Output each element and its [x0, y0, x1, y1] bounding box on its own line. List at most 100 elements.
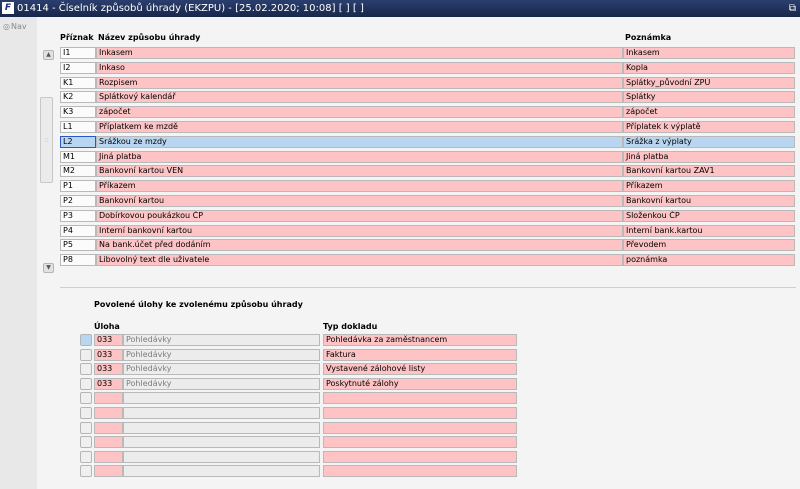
section-divider	[60, 287, 796, 288]
doc-type-cell[interactable]: Pohledávka za zaměstnancem	[323, 334, 517, 346]
payment-code-cell[interactable]: L1	[60, 121, 96, 133]
column-header-task: Úloha	[94, 322, 120, 331]
payment-code-cell[interactable]: P2	[60, 195, 96, 207]
payment-code-cell[interactable]: P5	[60, 239, 96, 252]
nav-label: Nav	[10, 22, 27, 31]
task-code-cell[interactable]	[94, 392, 123, 405]
task-code-cell[interactable]: 033	[94, 348, 123, 361]
row-selector[interactable]	[80, 465, 92, 478]
payment-name-cell[interactable]: Inkasem	[96, 47, 623, 59]
payment-note-cell[interactable]: Srážka z výplaty	[623, 135, 795, 148]
doc-type-cell[interactable]: Faktura	[323, 348, 517, 361]
task-name-cell[interactable]: Pohledávky	[123, 348, 320, 361]
payment-code-cell[interactable]: I2	[60, 61, 96, 74]
payment-name-cell[interactable]: Příplatkem ke mzdě	[96, 121, 623, 133]
task-code-cell[interactable]: 033	[94, 363, 123, 376]
row-selector[interactable]	[80, 436, 92, 449]
task-code-cell[interactable]	[94, 450, 123, 463]
scroll-up-button[interactable]: ▲	[43, 50, 54, 60]
payment-name-cell[interactable]: Inkaso	[96, 61, 623, 74]
restore-window-icon[interactable]: ⧉	[789, 2, 796, 15]
payment-name-cell[interactable]: Na bank.účet před dodáním	[96, 239, 623, 252]
row-selector[interactable]	[80, 348, 92, 361]
doc-type-cell[interactable]: Poskytnuté zálohy	[323, 377, 517, 390]
doc-type-cell[interactable]: Vystavené zálohové listy	[323, 363, 517, 376]
row-selector[interactable]	[80, 392, 92, 405]
payment-note-cell[interactable]: Bankovní kartou	[623, 195, 795, 207]
payment-name-cell[interactable]: Interní bankovní kartou	[96, 224, 623, 237]
task-code-cell[interactable]	[94, 465, 123, 478]
doc-type-cell[interactable]	[323, 436, 517, 449]
task-code-cell[interactable]	[94, 436, 123, 449]
doc-type-cell[interactable]	[323, 407, 517, 419]
payment-code-cell[interactable]: K1	[60, 76, 96, 89]
task-name-cell[interactable]	[123, 407, 320, 419]
payment-name-cell[interactable]: Srážkou ze mzdy	[96, 135, 623, 148]
payment-note-cell[interactable]: Splátky_původní ZPÚ	[623, 76, 795, 89]
row-selector[interactable]	[80, 334, 92, 346]
payment-code-cell[interactable]: K3	[60, 106, 96, 119]
payment-name-cell[interactable]: Rozpisem	[96, 76, 623, 89]
payment-name-cell[interactable]: Dobírkovou poukázkou ČP	[96, 209, 623, 222]
payment-name-cell[interactable]: Bankovní kartou	[96, 195, 623, 207]
payment-code-cell[interactable]: P1	[60, 180, 96, 193]
payment-code-cell[interactable]: P3	[60, 209, 96, 222]
task-name-cell[interactable]: Pohledávky	[123, 334, 320, 346]
payment-note-cell[interactable]: Interní bank.kartou	[623, 224, 795, 237]
task-name-cell[interactable]	[123, 392, 320, 405]
task-name-cell[interactable]	[123, 465, 320, 478]
main-content: Příznak Název způsobu úhrady Poznámka ▲ …	[37, 17, 800, 489]
payment-note-cell[interactable]: Převodem	[623, 239, 795, 252]
task-name-cell[interactable]: Pohledávky	[123, 377, 320, 390]
task-name-cell[interactable]	[123, 421, 320, 434]
detail-section-title: Povolené úlohy ke zvolenému způsobu úhra…	[94, 300, 303, 309]
scroll-down-button[interactable]: ▼	[43, 263, 54, 273]
payment-note-cell[interactable]: Splátky	[623, 91, 795, 104]
payment-note-cell[interactable]: Jiná platba	[623, 150, 795, 163]
task-name-cell[interactable]	[123, 450, 320, 463]
payment-note-cell[interactable]: Kopla	[623, 61, 795, 74]
payment-name-cell[interactable]: Bankovní kartou VEN	[96, 165, 623, 178]
payment-note-cell[interactable]: Příkazem	[623, 180, 795, 193]
doc-type-cell[interactable]	[323, 421, 517, 434]
payment-name-cell[interactable]: Libovolný text dle uživatele	[96, 254, 623, 267]
row-selector[interactable]	[80, 421, 92, 434]
payment-note-cell[interactable]: Bankovní kartou ZAV1	[623, 165, 795, 178]
nav-button[interactable]: ◎Nav	[3, 22, 27, 31]
payment-code-cell[interactable]: M1	[60, 150, 96, 163]
payment-code-cell[interactable]: K2	[60, 91, 96, 104]
column-header-note: Poznámka	[625, 33, 672, 42]
doc-type-cell[interactable]	[323, 450, 517, 463]
app-logo-icon: F	[2, 2, 14, 14]
task-code-cell[interactable]	[94, 421, 123, 434]
row-selector[interactable]	[80, 377, 92, 390]
task-name-cell[interactable]: Pohledávky	[123, 363, 320, 376]
row-selector[interactable]	[80, 450, 92, 463]
payment-name-cell[interactable]: zápočet	[96, 106, 623, 119]
doc-type-cell[interactable]	[323, 392, 517, 405]
payment-note-cell[interactable]: poznámka	[623, 254, 795, 267]
task-name-cell[interactable]	[123, 436, 320, 449]
payment-note-cell[interactable]: Inkasem	[623, 47, 795, 59]
task-code-cell[interactable]: 033	[94, 334, 123, 346]
payment-code-cell[interactable]: M2	[60, 165, 96, 178]
task-code-cell[interactable]: 033	[94, 377, 123, 390]
payment-code-cell[interactable]: I1	[60, 47, 96, 59]
payment-note-cell[interactable]: zápočet	[623, 106, 795, 119]
payment-name-cell[interactable]: Jiná platba	[96, 150, 623, 163]
payment-note-cell[interactable]: Složenkou ČP	[623, 209, 795, 222]
payment-note-cell[interactable]: Příplatek k výplatě	[623, 121, 795, 133]
column-header-name: Název způsobu úhrady	[98, 33, 201, 42]
payment-code-cell[interactable]: P8	[60, 254, 96, 267]
scrollbar-thumb[interactable]: ∷	[40, 97, 53, 183]
row-selector[interactable]	[80, 363, 92, 376]
payment-code-cell[interactable]: L2	[60, 135, 96, 148]
column-header-doc-type: Typ dokladu	[323, 322, 378, 331]
doc-type-cell[interactable]	[323, 465, 517, 478]
payment-name-cell[interactable]: Příkazem	[96, 180, 623, 193]
payment-name-cell[interactable]: Splátkový kalendář	[96, 91, 623, 104]
payment-code-cell[interactable]: P4	[60, 224, 96, 237]
row-selector[interactable]	[80, 407, 92, 419]
column-header-code: Příznak	[60, 33, 94, 42]
task-code-cell[interactable]	[94, 407, 123, 419]
